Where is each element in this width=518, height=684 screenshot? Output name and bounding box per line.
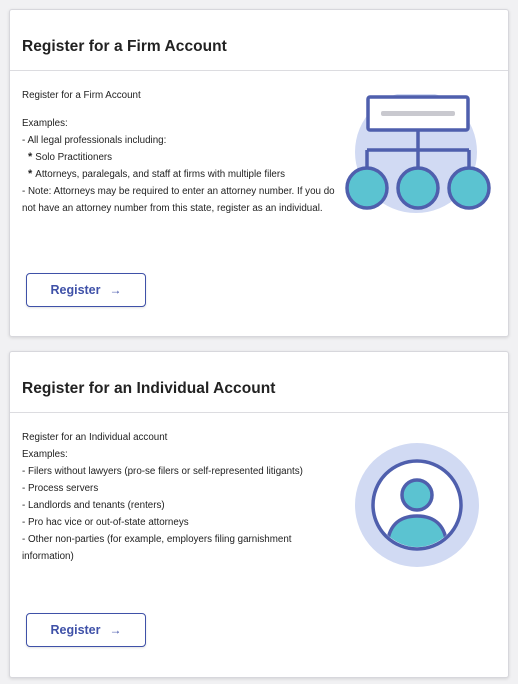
individual-account-card: Register for an Individual Account Regis… (9, 351, 509, 678)
individual-register-label: Register (50, 623, 101, 637)
individual-card-header: Register for an Individual Account (10, 352, 508, 413)
firm-card-body: Register for a Firm Account Examples: - … (10, 71, 508, 217)
firm-intro: Register for a Firm Account (22, 90, 141, 101)
individual-register-button[interactable]: Register → (26, 613, 146, 647)
firm-card-title: Register for a Firm Account (22, 38, 227, 55)
firm-sub-item-label: Attorneys, paralegals, and staff at firm… (35, 169, 286, 180)
firm-sub-item-label: Solo Practitioners (35, 152, 113, 163)
firm-register-button[interactable]: Register → (26, 273, 146, 307)
firm-examples-heading: Examples: (22, 118, 68, 129)
firm-example-item: - All legal professionals including: (22, 135, 167, 146)
individual-example-item: - Filers without lawyers (pro-se filers … (22, 466, 303, 477)
individual-card-title: Register for an Individual Account (22, 380, 276, 397)
firm-card-header: Register for a Firm Account (10, 10, 508, 71)
org-chart-icon (345, 94, 491, 213)
individual-intro: Register for an Individual account (22, 432, 168, 443)
firm-note: - Note: Attorneys may be required to ent… (22, 186, 335, 214)
bullet-mark: * (28, 151, 33, 163)
firm-sub-item: * Solo Practitioners (22, 149, 337, 166)
individual-example-item: - Other non-parties (for example, employ… (22, 534, 292, 562)
arrow-right-icon: → (109, 623, 122, 637)
person-avatar-icon (355, 443, 479, 567)
firm-register-label: Register (50, 283, 101, 297)
individual-description: Register for an Individual account Examp… (22, 429, 337, 565)
bullet-mark: * (28, 168, 33, 180)
individual-example-item: - Landlords and tenants (renters) (22, 500, 165, 511)
firm-description: Register for a Firm Account Examples: - … (22, 87, 337, 217)
individual-example-item: - Pro hac vice or out-of-state attorneys (22, 517, 189, 528)
firm-sub-item: * Attorneys, paralegals, and staff at fir… (22, 166, 337, 183)
firm-account-card: Register for a Firm Account Register for… (9, 9, 509, 337)
arrow-right-icon: → (109, 283, 122, 297)
individual-card-body: Register for an Individual account Examp… (10, 413, 508, 567)
individual-examples-heading: Examples: (22, 449, 68, 460)
individual-example-item: - Process servers (22, 483, 99, 494)
